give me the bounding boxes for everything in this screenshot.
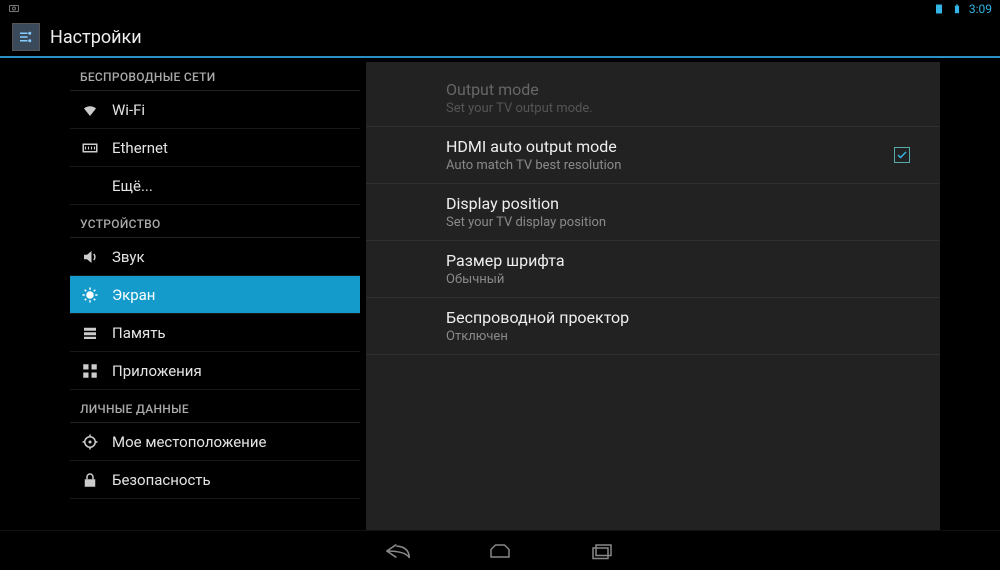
- detail-title: HDMI auto output mode: [446, 137, 920, 156]
- settings-sidebar: БЕСПРОВОДНЫЕ СЕТИ Wi-Fi Ethernet Ещё... УСТР…: [0, 58, 360, 530]
- status-left: [8, 2, 20, 17]
- sidebar-item-label: Ethernet: [112, 139, 168, 157]
- home-button[interactable]: [484, 539, 516, 563]
- detail-item-wireless-display[interactable]: Беспроводной проектор Отключен: [366, 298, 940, 355]
- detail-title: Размер шрифта: [446, 251, 920, 270]
- sidebar-item-label: Wi-Fi: [112, 101, 145, 119]
- app-header: Настройки: [0, 18, 1000, 58]
- sidebar-item-location[interactable]: Мое местоположение: [70, 423, 360, 461]
- wifi-icon: [80, 100, 100, 120]
- detail-item-font-size[interactable]: Размер шрифта Обычный: [366, 241, 940, 298]
- navigation-bar: [0, 530, 1000, 570]
- sd-icon: [933, 3, 945, 15]
- sidebar-item-label: Безопасность: [112, 471, 211, 489]
- detail-item-display-position[interactable]: Display position Set your TV display posi…: [366, 184, 940, 241]
- checkbox[interactable]: [894, 147, 910, 163]
- detail-subtitle: Set your TV output mode.: [446, 101, 920, 116]
- sidebar-item-label: Экран: [112, 286, 155, 304]
- sidebar-item-wifi[interactable]: Wi-Fi: [70, 91, 360, 129]
- sidebar-item-more[interactable]: Ещё...: [70, 167, 360, 205]
- settings-icon: [12, 23, 40, 51]
- page-title: Настройки: [50, 27, 142, 48]
- sidebar-item-label: Мое местоположение: [112, 433, 266, 451]
- detail-title: Беспроводной проектор: [446, 308, 920, 327]
- section-header: ЛИЧНЫЕ ДАННЫЕ: [70, 390, 360, 423]
- detail-pane: Output mode Set your TV output mode. HDMI …: [366, 62, 940, 530]
- detail-item-hdmi-auto[interactable]: HDMI auto output mode Auto match TV best …: [366, 127, 940, 184]
- sidebar-item-label: Память: [112, 324, 166, 342]
- section-header: БЕСПРОВОДНЫЕ СЕТИ: [70, 58, 360, 91]
- detail-item-output-mode: Output mode Set your TV output mode.: [366, 70, 940, 127]
- sidebar-item-sound[interactable]: Звук: [70, 238, 360, 276]
- display-icon: [80, 285, 100, 305]
- sidebar-item-apps[interactable]: Приложения: [70, 352, 360, 390]
- sidebar-item-security[interactable]: Безопасность: [70, 461, 360, 499]
- sidebar-item-label: Ещё...: [112, 177, 153, 195]
- recents-button[interactable]: [586, 539, 618, 563]
- battery-icon: [951, 3, 963, 15]
- apps-icon: [80, 361, 100, 381]
- detail-subtitle: Set your TV display position: [446, 215, 920, 230]
- detail-subtitle: Отключен: [446, 329, 920, 344]
- sidebar-item-display[interactable]: Экран: [70, 276, 360, 314]
- storage-icon: [80, 323, 100, 343]
- detail-subtitle: Auto match TV best resolution: [446, 158, 920, 173]
- location-icon: [80, 432, 100, 452]
- detail-title: Display position: [446, 194, 920, 213]
- detail-title: Output mode: [446, 80, 920, 99]
- lock-icon: [80, 470, 100, 490]
- detail-subtitle: Обычный: [446, 272, 920, 287]
- sidebar-item-label: Приложения: [112, 362, 202, 380]
- sidebar-item-label: Звук: [112, 248, 145, 266]
- sidebar-item-ethernet[interactable]: Ethernet: [70, 129, 360, 167]
- clock: 3:09: [969, 2, 992, 16]
- status-bar: 3:09: [0, 0, 1000, 18]
- ethernet-icon: [80, 138, 100, 158]
- sound-icon: [80, 247, 100, 267]
- back-button[interactable]: [382, 539, 414, 563]
- section-header: УСТРОЙСТВО: [70, 205, 360, 238]
- camera-icon: [8, 2, 20, 14]
- sidebar-item-storage[interactable]: Память: [70, 314, 360, 352]
